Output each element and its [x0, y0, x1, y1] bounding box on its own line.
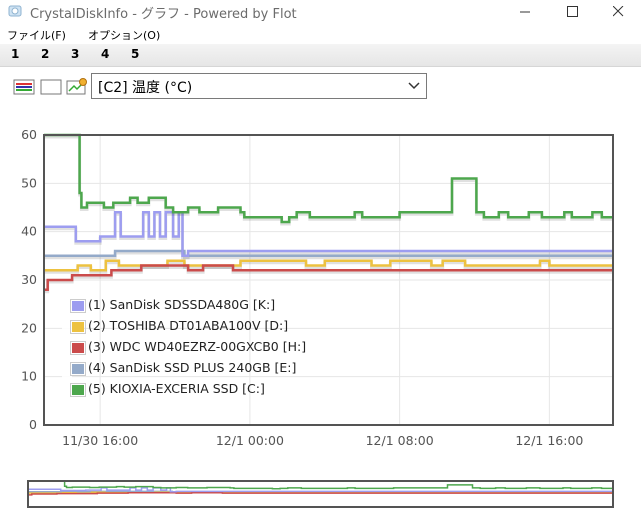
maximize-button[interactable]	[549, 0, 595, 24]
overview-series	[28, 480, 613, 496]
x-axis-ticks: 11/30 16:00 12/1 00:00 12/1 08:00 12/1 16:0…	[62, 433, 583, 448]
tab-4[interactable]: 4	[101, 47, 109, 61]
overview-series-line	[28, 480, 613, 490]
metric-select[interactable]: [C2] 温度 (°C)	[91, 73, 427, 99]
close-button[interactable]	[595, 0, 641, 24]
minimize-button[interactable]	[502, 0, 548, 24]
y-tick-label: 20	[21, 320, 37, 335]
tab-1[interactable]: 1	[11, 47, 19, 61]
y-tick-label: 0	[29, 417, 37, 432]
y-tick-label: 10	[21, 369, 37, 384]
tab-3[interactable]: 3	[71, 47, 79, 61]
y-tick-label: 60	[21, 127, 37, 142]
minimize-icon	[520, 11, 530, 13]
overview-series-line	[28, 491, 613, 496]
y-axis-ticks: 0 10 20 30 40 50 60	[21, 127, 37, 432]
legend-label: (5) KIOXIA-EXCERIA SSD [C:]	[88, 381, 265, 396]
settings-icon[interactable]	[66, 78, 88, 96]
menu-options[interactable]: オプション(O)	[88, 27, 160, 43]
x-tick-label: 12/1 00:00	[216, 433, 284, 448]
series-shadow	[44, 135, 613, 226]
legend-swatch	[70, 320, 86, 334]
drive-tab-bar: 1 2 3 4 5	[0, 44, 641, 67]
x-tick-label: 12/1 08:00	[366, 433, 434, 448]
select-none-icon[interactable]	[40, 78, 62, 96]
crystaldiskinfo-app-icon	[8, 5, 22, 17]
overview-range-selector[interactable]	[0, 470, 641, 515]
series-line	[44, 264, 613, 291]
legend-swatch	[70, 383, 86, 397]
legend-swatch	[70, 362, 86, 376]
chart-legend: (1) SanDisk SDSSDA480G [K:] (2) TOSHIBA …	[62, 293, 306, 402]
close-icon	[613, 6, 624, 17]
select-all-icon[interactable]	[13, 78, 35, 96]
y-tick-label: 30	[21, 272, 37, 287]
legend-label: (2) TOSHIBA DT01ABA100V [D:]	[88, 318, 289, 333]
menu-file[interactable]: ファイル(F)	[7, 27, 66, 43]
tab-2[interactable]: 2	[41, 47, 49, 61]
chevron-down-icon	[408, 82, 420, 90]
x-tick-label: 11/30 16:00	[62, 433, 138, 448]
legend-label: (4) SanDisk SSD PLUS 240GB [E:]	[88, 360, 297, 375]
x-tick-label: 12/1 16:00	[515, 433, 583, 448]
legend-swatch	[70, 341, 86, 355]
temperature-chart: 0 10 20 30 40 50 60 11/30 16:00 12/1 00:00 12/1 …	[21, 127, 614, 448]
y-tick-label: 40	[21, 224, 37, 239]
chart-series	[44, 133, 613, 294]
tab-5[interactable]: 5	[131, 47, 139, 61]
series-line	[44, 133, 613, 224]
metric-select-value: [C2] 温度 (°C)	[98, 80, 193, 96]
legend-swatch	[70, 299, 86, 313]
title-bar: CrystalDiskInfo - グラフ - Powered by Flot	[0, 0, 641, 24]
maximize-icon	[567, 6, 578, 17]
legend-label: (3) WDC WD40EZRZ-00GXCB0 [H:]	[88, 339, 307, 354]
legend-label: (1) SanDisk SDSSDA480G [K:]	[88, 297, 276, 312]
y-tick-label: 50	[21, 175, 37, 190]
menu-bar: ファイル(F) オプション(O)	[0, 24, 641, 44]
overview-frame	[27, 480, 614, 508]
window-title: CrystalDiskInfo - グラフ - Powered by Flot	[30, 7, 297, 22]
